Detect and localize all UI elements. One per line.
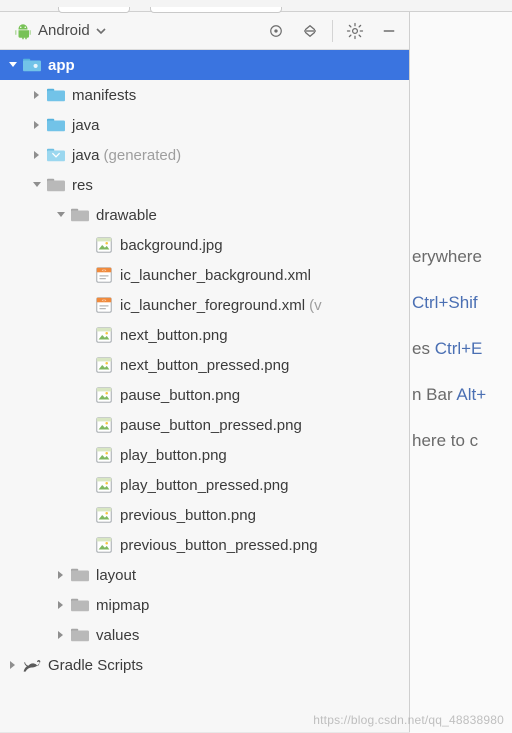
tree-file-previous-button-png[interactable]: previous_button.png xyxy=(0,500,409,530)
project-toolbar: Android xyxy=(0,12,409,50)
xml-file-icon: <> xyxy=(94,295,114,315)
generated-folder-icon xyxy=(46,145,66,165)
tree-label: manifests xyxy=(72,87,136,104)
collapse-arrow-icon[interactable] xyxy=(54,570,68,580)
tree-label: next_button.png xyxy=(120,327,228,344)
tree-label: ic_launcher_foreground.xml xyxy=(120,297,305,314)
tree-label: java xyxy=(72,147,100,164)
gradle-icon xyxy=(22,655,42,675)
toolbar-divider xyxy=(332,20,333,42)
tree-label: background.jpg xyxy=(120,237,223,254)
editor-placeholder: erywhere Ctrl+Shif es Ctrl+E n Bar Alt+ … xyxy=(410,12,512,733)
expand-arrow-icon[interactable] xyxy=(30,180,44,190)
tree-label-suffix: (generated) xyxy=(104,147,182,164)
editor-hint-line: es Ctrl+E xyxy=(410,326,512,372)
image-file-icon xyxy=(94,505,114,525)
editor-hint-line: erywhere xyxy=(410,234,512,280)
tree-node-res[interactable]: res xyxy=(0,170,409,200)
tree-file-play-button-pressed-png[interactable]: play_button_pressed.png xyxy=(0,470,409,500)
folder-icon xyxy=(70,595,90,615)
tree-node-layout[interactable]: layout xyxy=(0,560,409,590)
tree-label: layout xyxy=(96,567,136,584)
tree-label: pause_button_pressed.png xyxy=(120,417,302,434)
expand-arrow-icon[interactable] xyxy=(54,210,68,220)
tree-node-values[interactable]: values xyxy=(0,620,409,650)
tree-node-app[interactable]: app xyxy=(0,50,409,80)
tree-label: pause_button.png xyxy=(120,387,240,404)
tree-node-gradle-scripts[interactable]: Gradle Scripts xyxy=(0,650,409,680)
tree-label: play_button_pressed.png xyxy=(120,477,288,494)
folder-icon xyxy=(70,565,90,585)
image-file-icon xyxy=(94,535,114,555)
collapse-arrow-icon[interactable] xyxy=(30,150,44,160)
tree-label: ic_launcher_background.xml xyxy=(120,267,311,284)
tree-file-pause-button-pressed-png[interactable]: pause_button_pressed.png xyxy=(0,410,409,440)
collapse-arrow-icon[interactable] xyxy=(30,90,44,100)
tree-file-next-button-pressed-png[interactable]: next_button_pressed.png xyxy=(0,350,409,380)
tree-file-ic-launcher-background-xml[interactable]: <> ic_launcher_background.xml xyxy=(0,260,409,290)
tree-node-manifests[interactable]: manifests xyxy=(0,80,409,110)
tree-label: res xyxy=(72,177,93,194)
android-icon xyxy=(14,22,32,40)
tree-file-background-jpg[interactable]: background.jpg xyxy=(0,230,409,260)
project-view-selector[interactable]: Android xyxy=(14,22,106,40)
image-file-icon xyxy=(94,235,114,255)
folder-icon xyxy=(46,115,66,135)
collapse-arrow-icon[interactable] xyxy=(54,630,68,640)
tree-node-mipmap[interactable]: mipmap xyxy=(0,590,409,620)
chevron-down-icon xyxy=(96,26,106,36)
image-file-icon xyxy=(94,385,114,405)
tree-node-java[interactable]: java xyxy=(0,110,409,140)
tree-file-play-button-png[interactable]: play_button.png xyxy=(0,440,409,470)
tree-node-java-generated[interactable]: java (generated) xyxy=(0,140,409,170)
hide-panel-button[interactable] xyxy=(375,17,403,45)
folder-icon xyxy=(70,625,90,645)
editor-hint-line: Ctrl+Shif xyxy=(410,280,512,326)
collapse-all-button[interactable] xyxy=(296,17,324,45)
editor-hint-line: here to c xyxy=(410,418,512,464)
svg-text:<>: <> xyxy=(102,298,107,303)
resource-folder-icon xyxy=(46,175,66,195)
tree-node-drawable[interactable]: drawable xyxy=(0,200,409,230)
folder-icon xyxy=(70,205,90,225)
expand-arrow-icon[interactable] xyxy=(6,60,20,70)
tree-label: values xyxy=(96,627,139,644)
image-file-icon xyxy=(94,415,114,435)
tab-strip xyxy=(0,0,512,12)
project-tree[interactable]: app manifests java xyxy=(0,50,409,732)
tree-file-ic-launcher-foreground-xml[interactable]: <> ic_launcher_foreground.xml (v xyxy=(0,290,409,320)
settings-button[interactable] xyxy=(341,17,369,45)
project-panel: Android app xyxy=(0,12,410,732)
tree-file-next-button-png[interactable]: next_button.png xyxy=(0,320,409,350)
tree-label: previous_button_pressed.png xyxy=(120,537,318,554)
tree-label: mipmap xyxy=(96,597,149,614)
tree-label: java xyxy=(72,117,100,134)
tree-label: Gradle Scripts xyxy=(48,657,143,674)
image-file-icon xyxy=(94,445,114,465)
tree-label: app xyxy=(48,57,75,74)
xml-file-icon: <> xyxy=(94,265,114,285)
image-file-icon xyxy=(94,355,114,375)
project-view-title: Android xyxy=(38,22,90,39)
tree-file-previous-button-pressed-png[interactable]: previous_button_pressed.png xyxy=(0,530,409,560)
select-opened-file-button[interactable] xyxy=(262,17,290,45)
tree-label-suffix: (v xyxy=(309,297,322,314)
folder-icon xyxy=(46,85,66,105)
tree-label: next_button_pressed.png xyxy=(120,357,289,374)
collapse-arrow-icon[interactable] xyxy=(30,120,44,130)
image-file-icon xyxy=(94,475,114,495)
collapse-arrow-icon[interactable] xyxy=(54,600,68,610)
editor-hint-line: n Bar Alt+ xyxy=(410,372,512,418)
svg-text:<>: <> xyxy=(102,268,107,273)
tree-label: play_button.png xyxy=(120,447,227,464)
tree-label: previous_button.png xyxy=(120,507,256,524)
tree-file-pause-button-png[interactable]: pause_button.png xyxy=(0,380,409,410)
image-file-icon xyxy=(94,325,114,345)
collapse-arrow-icon[interactable] xyxy=(6,660,20,670)
drawable-file-list: background.jpg <> ic_launcher_background… xyxy=(0,230,409,560)
module-folder-icon xyxy=(22,55,42,75)
tree-label: drawable xyxy=(96,207,157,224)
